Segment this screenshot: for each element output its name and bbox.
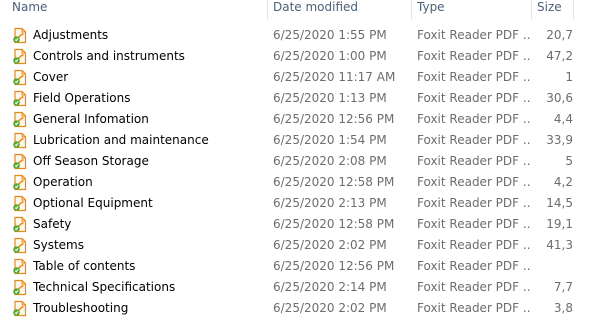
file-row[interactable]: Off Season Storage 6/25/2020 2:08 PM Foxit… <box>0 151 597 172</box>
file-size: 4,2 <box>553 175 573 189</box>
column-header-date-modified[interactable]: Date modified <box>273 0 358 18</box>
file-size: 30,6 <box>546 91 573 105</box>
file-type: Foxit Reader PDF ... <box>417 70 531 84</box>
file-type: Foxit Reader PDF ... <box>417 301 531 315</box>
column-separator[interactable] <box>411 0 412 19</box>
file-size: 1 <box>565 70 573 84</box>
foxit-pdf-file-icon <box>12 237 28 254</box>
file-list: Adjustments 6/25/2020 1:55 PM Foxit Reader… <box>0 25 597 319</box>
file-date-modified: 6/25/2020 12:58 PM <box>273 175 395 189</box>
file-date-modified: 6/25/2020 2:08 PM <box>273 154 387 168</box>
file-date-modified: 6/25/2020 12:56 PM <box>273 112 395 126</box>
file-type: Foxit Reader PDF ... <box>417 238 531 252</box>
file-row[interactable]: Technical Specifications 6/25/2020 2:14 P… <box>0 277 597 298</box>
file-type: Foxit Reader PDF ... <box>417 259 531 273</box>
file-name: Field Operations <box>33 91 131 105</box>
file-type: Foxit Reader PDF ... <box>417 175 531 189</box>
file-name: Safety <box>33 217 72 231</box>
file-name: Systems <box>33 238 84 252</box>
file-name: Controls and instruments <box>33 49 185 63</box>
file-size: 3,8 <box>553 301 573 315</box>
file-row[interactable]: General Infomation 6/25/2020 12:56 PM Foxi… <box>0 109 597 130</box>
file-name: Cover <box>33 70 69 84</box>
file-name: Off Season Storage <box>33 154 149 168</box>
column-header-row: Name Date modified Type Size <box>0 0 597 19</box>
file-size: 14,5 <box>546 196 573 210</box>
file-size: 33,9 <box>546 133 573 147</box>
file-type: Foxit Reader PDF ... <box>417 112 531 126</box>
file-size: 5 <box>565 154 573 168</box>
foxit-pdf-file-icon <box>12 48 28 65</box>
file-row[interactable]: Controls and instruments 6/25/2020 1:00 P… <box>0 46 597 67</box>
foxit-pdf-file-icon <box>12 174 28 191</box>
foxit-pdf-file-icon <box>12 195 28 212</box>
file-type: Foxit Reader PDF ... <box>417 49 531 63</box>
foxit-pdf-file-icon <box>12 279 28 296</box>
column-header-type[interactable]: Type <box>417 0 445 18</box>
file-type: Foxit Reader PDF ... <box>417 91 531 105</box>
file-name: Adjustments <box>33 28 109 42</box>
file-date-modified: 6/25/2020 1:13 PM <box>273 91 387 105</box>
file-type: Foxit Reader PDF ... <box>417 280 531 294</box>
file-name: Lubrication and maintenance <box>33 133 209 147</box>
file-type: Foxit Reader PDF ... <box>417 154 531 168</box>
file-row[interactable]: Troubleshooting 6/25/2020 2:02 PM Foxit Re… <box>0 298 597 319</box>
file-date-modified: 6/25/2020 11:17 AM <box>273 70 396 84</box>
file-size: 19,1 <box>546 217 573 231</box>
column-separator[interactable] <box>573 0 574 19</box>
file-size: 4,4 <box>553 112 573 126</box>
file-name: Optional Equipment <box>33 196 153 210</box>
column-header-size[interactable]: Size <box>537 0 562 18</box>
foxit-pdf-file-icon <box>12 90 28 107</box>
file-name: General Infomation <box>33 112 149 126</box>
foxit-pdf-file-icon <box>12 27 28 44</box>
file-row[interactable]: Adjustments 6/25/2020 1:55 PM Foxit Reader… <box>0 25 597 46</box>
file-date-modified: 6/25/2020 2:02 PM <box>273 238 387 252</box>
file-row[interactable]: Lubrication and maintenance 6/25/2020 1:5… <box>0 130 597 151</box>
column-separator[interactable] <box>531 0 532 19</box>
file-size: 7,7 <box>553 280 573 294</box>
file-date-modified: 6/25/2020 12:56 PM <box>273 259 395 273</box>
file-date-modified: 6/25/2020 12:58 PM <box>273 217 395 231</box>
file-row[interactable]: Safety 6/25/2020 12:58 PM Foxit Reader PDF… <box>0 214 597 235</box>
file-name: Table of contents <box>33 259 136 273</box>
file-size: 20,7 <box>546 28 573 42</box>
foxit-pdf-file-icon <box>12 132 28 149</box>
file-date-modified: 6/25/2020 1:55 PM <box>273 28 387 42</box>
file-date-modified: 6/25/2020 2:13 PM <box>273 196 387 210</box>
file-type: Foxit Reader PDF ... <box>417 133 531 147</box>
file-row[interactable]: Cover 6/25/2020 11:17 AM Foxit Reader PDF … <box>0 67 597 88</box>
file-row[interactable]: Operation 6/25/2020 12:58 PM Foxit Reader … <box>0 172 597 193</box>
file-type: Foxit Reader PDF ... <box>417 28 531 42</box>
file-row[interactable]: Field Operations 6/25/2020 1:13 PM Foxit R… <box>0 88 597 109</box>
file-type: Foxit Reader PDF ... <box>417 196 531 210</box>
file-name: Operation <box>33 175 93 189</box>
file-row[interactable]: Systems 6/25/2020 2:02 PM Foxit Reader PDF… <box>0 235 597 256</box>
foxit-pdf-file-icon <box>12 258 28 275</box>
file-size: 41,3 <box>546 238 573 252</box>
file-date-modified: 6/25/2020 2:02 PM <box>273 301 387 315</box>
foxit-pdf-file-icon <box>12 69 28 86</box>
file-size <box>535 256 573 277</box>
foxit-pdf-file-icon <box>12 216 28 233</box>
file-row[interactable]: Table of contents 6/25/2020 12:56 PM Foxit… <box>0 256 597 277</box>
column-header-name[interactable]: Name <box>12 0 47 18</box>
file-date-modified: 6/25/2020 1:00 PM <box>273 49 387 63</box>
file-date-modified: 6/25/2020 2:14 PM <box>273 280 387 294</box>
file-type: Foxit Reader PDF ... <box>417 217 531 231</box>
foxit-pdf-file-icon <box>12 111 28 128</box>
foxit-pdf-file-icon <box>12 300 28 317</box>
file-size: 47,2 <box>546 49 573 63</box>
file-row[interactable]: Optional Equipment 6/25/2020 2:13 PM Foxit… <box>0 193 597 214</box>
foxit-pdf-file-icon <box>12 153 28 170</box>
file-name: Troubleshooting <box>33 301 129 315</box>
file-date-modified: 6/25/2020 1:54 PM <box>273 133 387 147</box>
file-name: Technical Specifications <box>33 280 176 294</box>
column-separator[interactable] <box>267 0 268 19</box>
